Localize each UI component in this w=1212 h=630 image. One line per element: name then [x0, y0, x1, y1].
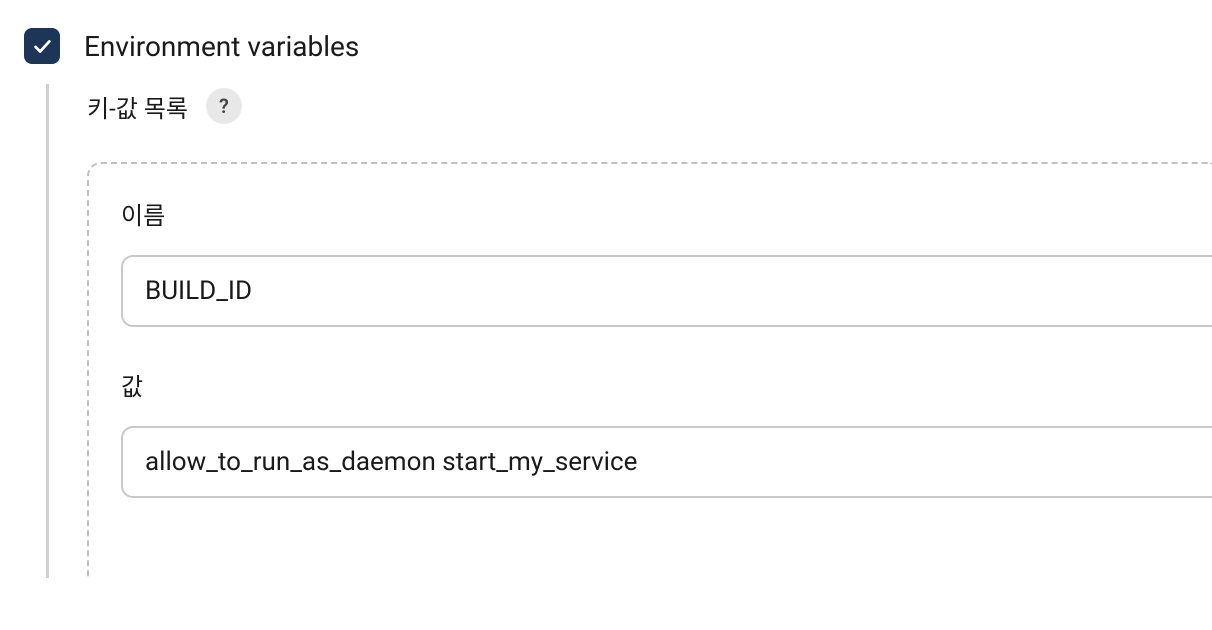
section-title: Environment variables	[84, 30, 359, 63]
key-value-entry: 이름 값	[87, 162, 1212, 578]
value-field-label: 값	[121, 367, 1212, 402]
subsection-header: 키-값 목록 ?	[87, 88, 1212, 124]
checkmark-icon	[31, 35, 53, 57]
subsection-label: 키-값 목록	[87, 89, 188, 124]
help-icon[interactable]: ?	[206, 88, 242, 124]
section-content: 키-값 목록 ? 이름 값	[46, 84, 1212, 578]
env-variables-checkbox[interactable]	[24, 28, 60, 64]
name-input[interactable]	[121, 255, 1212, 327]
section-header: Environment variables	[24, 28, 1212, 64]
env-variables-section: Environment variables 키-값 목록 ? 이름 값	[0, 0, 1212, 578]
name-field-label: 이름	[121, 196, 1212, 231]
value-field-group: 값	[121, 367, 1212, 498]
name-field-group: 이름	[121, 196, 1212, 327]
value-input[interactable]	[121, 426, 1212, 498]
